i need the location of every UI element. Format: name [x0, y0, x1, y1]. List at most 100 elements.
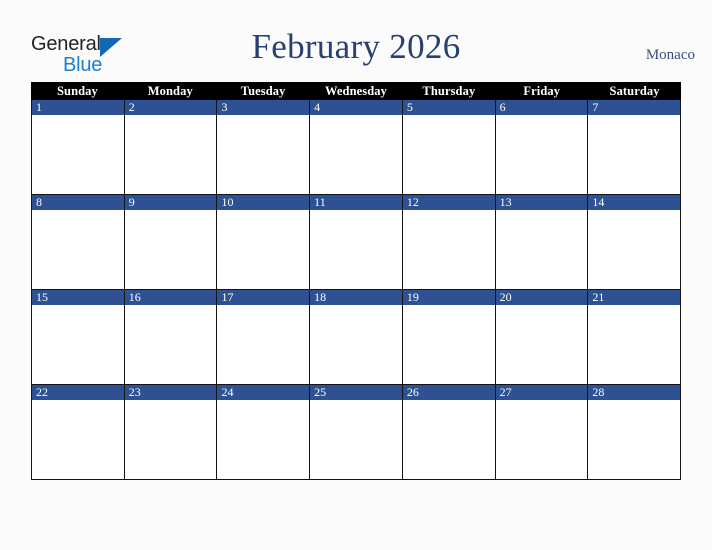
calendar-day-cell[interactable]: 9 [124, 195, 218, 289]
calendar-week-row: 15 16 17 18 19 20 21 [31, 290, 681, 385]
calendar-day-cell[interactable]: 28 [588, 385, 681, 479]
calendar-day-cell[interactable]: 14 [588, 195, 681, 289]
day-events-area[interactable] [310, 115, 402, 194]
calendar-day-cell[interactable]: 3 [217, 100, 311, 194]
day-events-area[interactable] [402, 210, 495, 289]
day-number: 12 [406, 195, 419, 209]
calendar-day-cell[interactable]: 24 [217, 385, 311, 479]
day-events-area[interactable] [402, 400, 495, 479]
day-number-band: 27 [495, 385, 588, 400]
calendar-day-cell[interactable]: 22 [32, 385, 125, 479]
day-events-area[interactable] [217, 305, 310, 384]
day-events-area[interactable] [310, 305, 402, 384]
calendar-day-cell[interactable]: 1 [32, 100, 125, 194]
day-number-band: 25 [310, 385, 402, 400]
calendar-grid: Sunday Monday Tuesday Wednesday Thursday… [31, 82, 681, 480]
day-events-area[interactable] [217, 400, 310, 479]
weekday-header-saturday: Saturday [609, 84, 660, 98]
day-number: 27 [499, 385, 512, 399]
day-number: 23 [128, 385, 141, 399]
day-events-area[interactable] [495, 115, 588, 194]
day-number-band: 23 [124, 385, 217, 400]
day-events-area[interactable] [217, 210, 310, 289]
day-number-band: 7 [588, 100, 681, 115]
day-number: 26 [406, 385, 419, 399]
day-number: 11 [314, 195, 326, 209]
calendar-day-cell[interactable]: 26 [402, 385, 496, 479]
weekday-header-thursday: Thursday [422, 84, 476, 98]
day-events-area[interactable] [495, 305, 588, 384]
country-label: Monaco [645, 47, 695, 63]
day-number: 21 [592, 290, 605, 304]
weekday-header-friday: Friday [523, 84, 561, 98]
calendar-day-cell[interactable]: 20 [495, 290, 589, 384]
calendar-day-cell[interactable]: 16 [124, 290, 218, 384]
day-number-band: 6 [495, 100, 588, 115]
day-events-area[interactable] [32, 115, 124, 194]
day-events-area[interactable] [124, 115, 217, 194]
page-header: General Blue February 2026 Monaco [0, 0, 712, 82]
day-number: 28 [592, 385, 605, 399]
calendar-day-cell[interactable]: 13 [495, 195, 589, 289]
day-events-area[interactable] [310, 400, 402, 479]
day-events-area[interactable] [495, 400, 588, 479]
day-events-area[interactable] [217, 115, 310, 194]
calendar-day-cell[interactable]: 17 [217, 290, 311, 384]
calendar-day-cell[interactable]: 7 [588, 100, 681, 194]
calendar-day-cell[interactable]: 23 [124, 385, 218, 479]
day-events-area[interactable] [32, 210, 124, 289]
day-number: 8 [36, 195, 42, 209]
day-number: 15 [36, 290, 48, 304]
day-number: 22 [36, 385, 48, 399]
day-events-area[interactable] [124, 305, 217, 384]
calendar-day-cell[interactable]: 5 [402, 100, 496, 194]
day-events-area[interactable] [124, 210, 217, 289]
day-number: 18 [314, 290, 327, 304]
day-number-band: 26 [402, 385, 495, 400]
day-events-area[interactable] [124, 400, 217, 479]
calendar-day-cell[interactable]: 8 [32, 195, 125, 289]
day-number-band: 3 [217, 100, 310, 115]
day-number: 16 [128, 290, 141, 304]
day-events-area[interactable] [588, 305, 681, 384]
calendar-day-cell[interactable]: 2 [124, 100, 218, 194]
day-events-area[interactable] [402, 115, 495, 194]
day-number: 24 [221, 385, 234, 399]
calendar-day-cell[interactable]: 19 [402, 290, 496, 384]
calendar-day-cell[interactable]: 12 [402, 195, 496, 289]
day-number-band: 14 [588, 195, 681, 210]
weekday-header-tuesday: Tuesday [240, 84, 286, 98]
day-events-area[interactable] [495, 210, 588, 289]
day-number: 10 [221, 195, 234, 209]
day-events-area[interactable] [588, 210, 681, 289]
day-number: 2 [128, 100, 135, 114]
day-number-band: 9 [124, 195, 217, 210]
calendar-day-cell[interactable]: 10 [217, 195, 311, 289]
day-events-area[interactable] [402, 305, 495, 384]
day-number-band: 28 [588, 385, 681, 400]
day-number-band: 10 [217, 195, 310, 210]
day-events-area[interactable] [588, 400, 681, 479]
calendar-day-cell[interactable]: 25 [310, 385, 403, 479]
calendar-day-cell[interactable]: 21 [588, 290, 681, 384]
calendar-day-cell[interactable]: 6 [495, 100, 589, 194]
page-title: February 2026 [251, 27, 461, 66]
calendar-day-cell[interactable]: 18 [310, 290, 403, 384]
day-events-area[interactable] [588, 115, 681, 194]
day-number-band: 18 [310, 290, 402, 305]
day-number-band: 12 [402, 195, 495, 210]
day-number: 3 [221, 100, 228, 114]
calendar-day-cell[interactable]: 15 [32, 290, 125, 384]
day-number: 9 [128, 195, 135, 209]
day-number: 25 [314, 385, 327, 399]
day-number-band: 17 [217, 290, 310, 305]
day-events-area[interactable] [32, 305, 124, 384]
calendar-day-cell[interactable]: 11 [310, 195, 403, 289]
day-events-area[interactable] [310, 210, 402, 289]
calendar-day-cell[interactable]: 27 [495, 385, 589, 479]
calendar-day-cell[interactable]: 4 [310, 100, 403, 194]
day-number-band: 22 [32, 385, 124, 400]
day-events-area[interactable] [32, 400, 124, 479]
day-number: 20 [499, 290, 512, 304]
weekday-header-wednesday: Wednesday [324, 84, 388, 98]
